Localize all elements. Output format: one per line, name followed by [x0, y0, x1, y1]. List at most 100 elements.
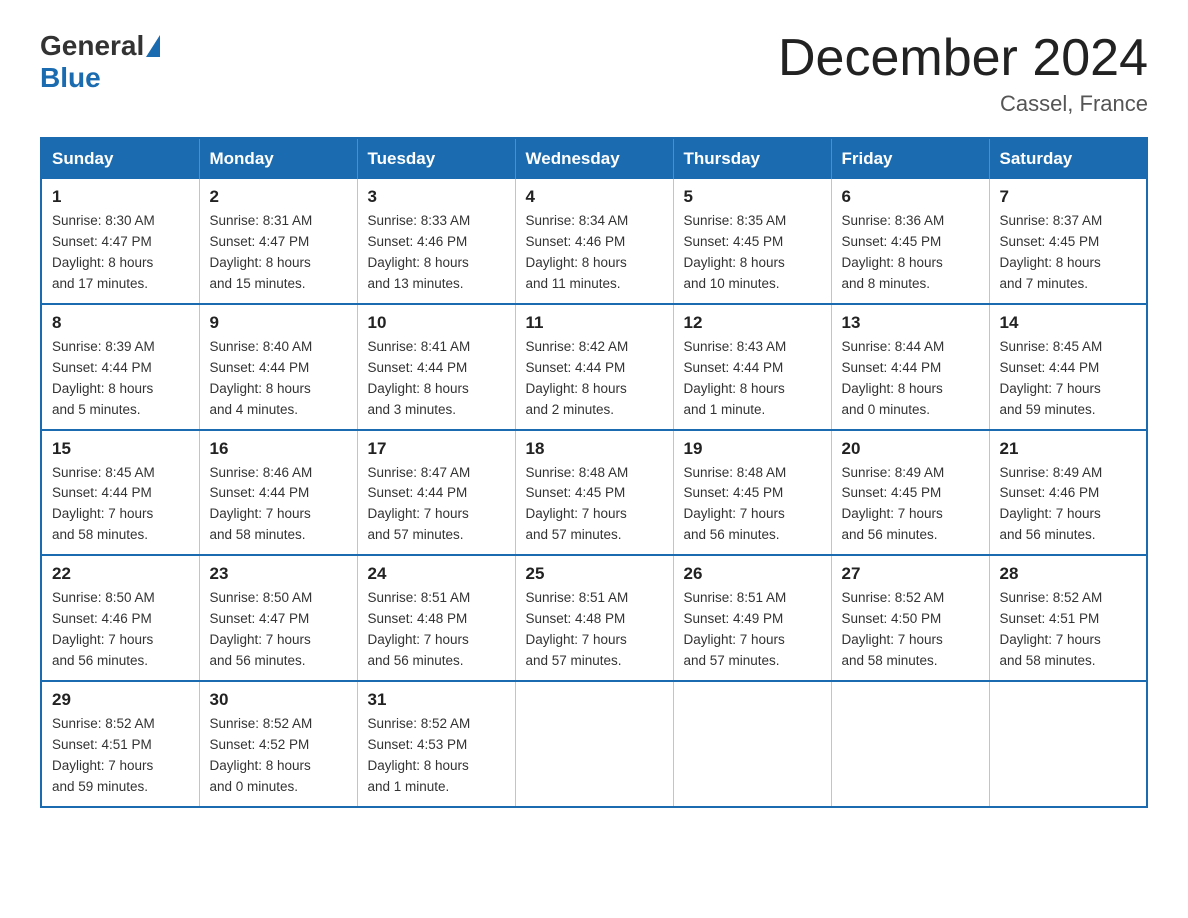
calendar-cell: 6 Sunrise: 8:36 AM Sunset: 4:45 PM Daylig…	[831, 179, 989, 304]
calendar-cell: 15 Sunrise: 8:45 AM Sunset: 4:44 PM Dayli…	[41, 430, 199, 556]
day-info: Sunrise: 8:46 AM Sunset: 4:44 PM Dayligh…	[210, 463, 347, 547]
day-number: 27	[842, 564, 979, 584]
calendar-cell: 20Sunrise: 8:49 AM Sunset: 4:45 PM Dayli…	[831, 430, 989, 556]
day-info: Sunrise: 8:42 AM Sunset: 4:44 PM Dayligh…	[526, 337, 663, 421]
calendar-cell: 7Sunrise: 8:37 AM Sunset: 4:45 PM Daylig…	[989, 179, 1147, 304]
month-title: December 2024	[778, 30, 1148, 87]
calendar-cell: 24 Sunrise: 8:51 AM Sunset: 4:48 PM Dayli…	[357, 555, 515, 681]
day-info: Sunrise: 8:52 AM Sunset: 4:51 PM Dayligh…	[1000, 588, 1137, 672]
calendar-cell: 9 Sunrise: 8:40 AM Sunset: 4:44 PM Daylig…	[199, 304, 357, 430]
logo: General Blue	[40, 30, 162, 94]
day-number: 21	[1000, 439, 1137, 459]
week-row-1: 1 Sunrise: 8:30 AM Sunset: 4:47 PM Daylig…	[41, 179, 1147, 304]
header-row: SundayMondayTuesdayWednesdayThursdayFrid…	[41, 138, 1147, 179]
day-number: 11	[526, 313, 663, 333]
calendar-cell: 19 Sunrise: 8:48 AM Sunset: 4:45 PM Dayli…	[673, 430, 831, 556]
day-number: 14	[1000, 313, 1137, 333]
day-number: 24	[368, 564, 505, 584]
day-info: Sunrise: 8:48 AM Sunset: 4:45 PM Dayligh…	[684, 463, 821, 547]
header-monday: Monday	[199, 138, 357, 179]
day-info: Sunrise: 8:52 AM Sunset: 4:50 PM Dayligh…	[842, 588, 979, 672]
day-number: 26	[684, 564, 821, 584]
title-area: December 2024 Cassel, France	[778, 30, 1148, 117]
calendar-cell	[989, 681, 1147, 807]
day-info: Sunrise: 8:45 AM Sunset: 4:44 PM Dayligh…	[52, 463, 189, 547]
day-info: Sunrise: 8:35 AM Sunset: 4:45 PM Dayligh…	[684, 211, 821, 295]
calendar-cell: 18 Sunrise: 8:48 AM Sunset: 4:45 PM Dayli…	[515, 430, 673, 556]
calendar-cell: 30 Sunrise: 8:52 AM Sunset: 4:52 PM Dayli…	[199, 681, 357, 807]
week-row-4: 22 Sunrise: 8:50 AM Sunset: 4:46 PM Dayli…	[41, 555, 1147, 681]
day-number: 3	[368, 187, 505, 207]
week-row-3: 15 Sunrise: 8:45 AM Sunset: 4:44 PM Dayli…	[41, 430, 1147, 556]
calendar-header: SundayMondayTuesdayWednesdayThursdayFrid…	[41, 138, 1147, 179]
location-title: Cassel, France	[778, 91, 1148, 117]
day-info: Sunrise: 8:43 AM Sunset: 4:44 PM Dayligh…	[684, 337, 821, 421]
calendar-cell: 3 Sunrise: 8:33 AM Sunset: 4:46 PM Daylig…	[357, 179, 515, 304]
calendar-cell: 27 Sunrise: 8:52 AM Sunset: 4:50 PM Dayli…	[831, 555, 989, 681]
day-number: 17	[368, 439, 505, 459]
day-number: 5	[684, 187, 821, 207]
day-info: Sunrise: 8:31 AM Sunset: 4:47 PM Dayligh…	[210, 211, 347, 295]
day-info: Sunrise: 8:51 AM Sunset: 4:48 PM Dayligh…	[368, 588, 505, 672]
day-number: 13	[842, 313, 979, 333]
calendar-cell: 2 Sunrise: 8:31 AM Sunset: 4:47 PM Daylig…	[199, 179, 357, 304]
day-number: 18	[526, 439, 663, 459]
day-info: Sunrise: 8:40 AM Sunset: 4:44 PM Dayligh…	[210, 337, 347, 421]
calendar-cell: 11 Sunrise: 8:42 AM Sunset: 4:44 PM Dayli…	[515, 304, 673, 430]
day-number: 10	[368, 313, 505, 333]
day-number: 19	[684, 439, 821, 459]
day-number: 30	[210, 690, 347, 710]
day-number: 31	[368, 690, 505, 710]
calendar-cell: 28 Sunrise: 8:52 AM Sunset: 4:51 PM Dayli…	[989, 555, 1147, 681]
day-info: Sunrise: 8:47 AM Sunset: 4:44 PM Dayligh…	[368, 463, 505, 547]
header-tuesday: Tuesday	[357, 138, 515, 179]
day-info: Sunrise: 8:52 AM Sunset: 4:52 PM Dayligh…	[210, 714, 347, 798]
calendar-cell: 1 Sunrise: 8:30 AM Sunset: 4:47 PM Daylig…	[41, 179, 199, 304]
day-number: 22	[52, 564, 189, 584]
day-info: Sunrise: 8:49 AM Sunset: 4:45 PM Dayligh…	[842, 463, 979, 547]
page-header: General Blue December 2024 Cassel, Franc…	[40, 30, 1148, 117]
day-number: 8	[52, 313, 189, 333]
day-number: 9	[210, 313, 347, 333]
day-number: 28	[1000, 564, 1137, 584]
calendar-cell: 5 Sunrise: 8:35 AM Sunset: 4:45 PM Daylig…	[673, 179, 831, 304]
week-row-5: 29Sunrise: 8:52 AM Sunset: 4:51 PM Dayli…	[41, 681, 1147, 807]
calendar-cell	[673, 681, 831, 807]
logo-triangle-icon	[146, 35, 160, 57]
logo-general: General	[40, 30, 144, 62]
header-thursday: Thursday	[673, 138, 831, 179]
day-number: 7	[1000, 187, 1137, 207]
calendar-cell: 29Sunrise: 8:52 AM Sunset: 4:51 PM Dayli…	[41, 681, 199, 807]
header-saturday: Saturday	[989, 138, 1147, 179]
calendar-cell: 4Sunrise: 8:34 AM Sunset: 4:46 PM Daylig…	[515, 179, 673, 304]
day-info: Sunrise: 8:51 AM Sunset: 4:48 PM Dayligh…	[526, 588, 663, 672]
calendar-cell: 17 Sunrise: 8:47 AM Sunset: 4:44 PM Dayli…	[357, 430, 515, 556]
day-number: 15	[52, 439, 189, 459]
day-info: Sunrise: 8:48 AM Sunset: 4:45 PM Dayligh…	[526, 463, 663, 547]
day-info: Sunrise: 8:30 AM Sunset: 4:47 PM Dayligh…	[52, 211, 189, 295]
day-info: Sunrise: 8:52 AM Sunset: 4:53 PM Dayligh…	[368, 714, 505, 798]
day-info: Sunrise: 8:50 AM Sunset: 4:46 PM Dayligh…	[52, 588, 189, 672]
calendar-cell: 31 Sunrise: 8:52 AM Sunset: 4:53 PM Dayli…	[357, 681, 515, 807]
calendar-cell	[831, 681, 989, 807]
day-number: 23	[210, 564, 347, 584]
calendar-table: SundayMondayTuesdayWednesdayThursdayFrid…	[40, 137, 1148, 807]
day-info: Sunrise: 8:36 AM Sunset: 4:45 PM Dayligh…	[842, 211, 979, 295]
calendar-cell: 23 Sunrise: 8:50 AM Sunset: 4:47 PM Dayli…	[199, 555, 357, 681]
day-number: 1	[52, 187, 189, 207]
day-info: Sunrise: 8:34 AM Sunset: 4:46 PM Dayligh…	[526, 211, 663, 295]
calendar-cell: 26Sunrise: 8:51 AM Sunset: 4:49 PM Dayli…	[673, 555, 831, 681]
day-info: Sunrise: 8:50 AM Sunset: 4:47 PM Dayligh…	[210, 588, 347, 672]
day-info: Sunrise: 8:33 AM Sunset: 4:46 PM Dayligh…	[368, 211, 505, 295]
calendar-cell: 14 Sunrise: 8:45 AM Sunset: 4:44 PM Dayli…	[989, 304, 1147, 430]
calendar-cell: 21Sunrise: 8:49 AM Sunset: 4:46 PM Dayli…	[989, 430, 1147, 556]
day-number: 16	[210, 439, 347, 459]
day-info: Sunrise: 8:45 AM Sunset: 4:44 PM Dayligh…	[1000, 337, 1137, 421]
calendar-cell: 13Sunrise: 8:44 AM Sunset: 4:44 PM Dayli…	[831, 304, 989, 430]
day-number: 2	[210, 187, 347, 207]
logo-blue: Blue	[40, 62, 101, 93]
calendar-cell: 12Sunrise: 8:43 AM Sunset: 4:44 PM Dayli…	[673, 304, 831, 430]
calendar-cell: 8Sunrise: 8:39 AM Sunset: 4:44 PM Daylig…	[41, 304, 199, 430]
day-number: 6	[842, 187, 979, 207]
header-friday: Friday	[831, 138, 989, 179]
